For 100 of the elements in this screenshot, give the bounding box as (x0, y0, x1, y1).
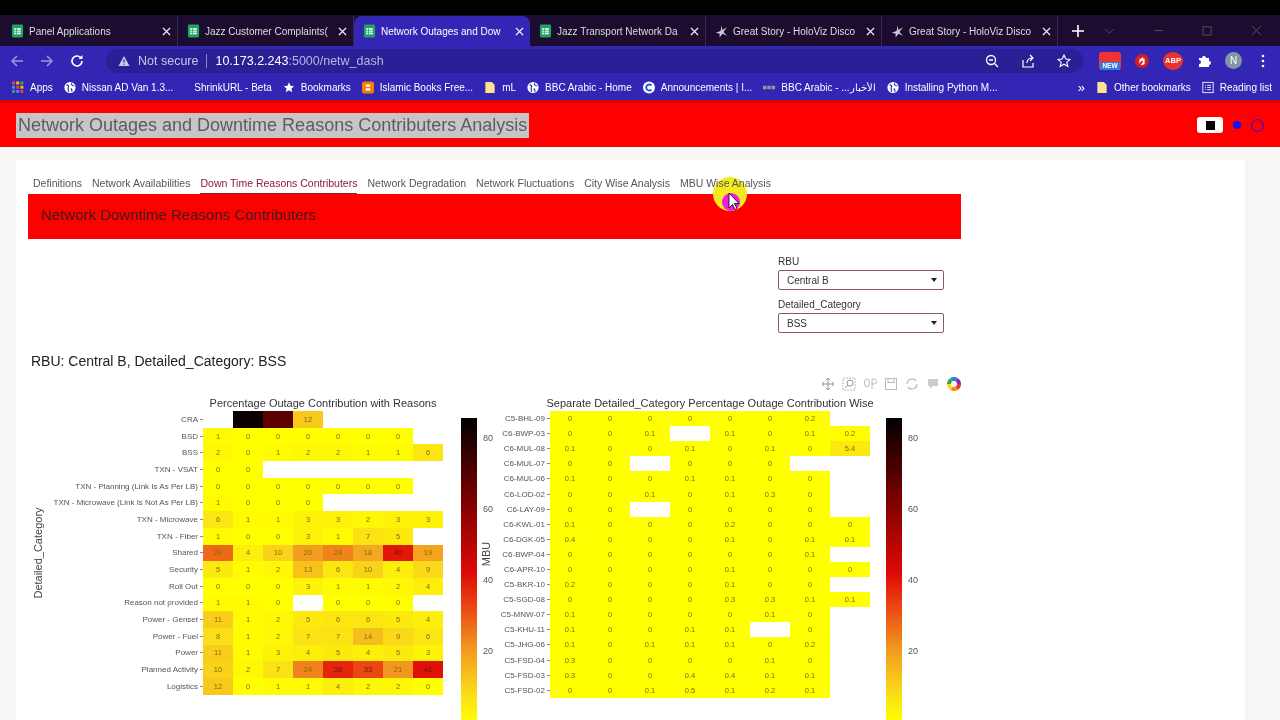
security-label[interactable]: Not secure (138, 53, 199, 68)
star-burst-icon (715, 24, 728, 38)
page-title: Network Outages and Downtime Reasons Contributers Analysis (16, 112, 530, 138)
axis-label: C5-BKR-10 (504, 580, 545, 590)
colorbar-tick-label: 40 (483, 574, 493, 585)
axis-label: C5-BHL-09 (505, 414, 545, 424)
axis-label: Security (169, 565, 198, 575)
bookmark-link[interactable]: Nissan AD Van 1.3... (63, 81, 174, 94)
reading-list-button[interactable]: Reading list (1201, 81, 1272, 94)
axis-label: C6-MUL-07 (503, 459, 545, 469)
dropdown[interactable]: Central B (778, 270, 944, 290)
axis-label: C5-FSD-03 (504, 670, 545, 680)
axis-label: Shared (172, 548, 198, 558)
forward-icon[interactable] (40, 53, 54, 68)
axis-title: Detailed_Category (32, 507, 44, 599)
zoom-icon[interactable] (842, 377, 856, 391)
zoom-out-icon[interactable] (985, 53, 999, 68)
axis-label: C6-APR-10 (504, 565, 545, 574)
axis-label: C6-BWP-03 (502, 429, 545, 439)
section-banner: Network Downtime Reasons Contributers (28, 194, 961, 239)
apps-grid-icon (12, 81, 24, 94)
bookmark-link[interactable]: Apps (12, 81, 53, 94)
new-tab-icon[interactable] (1072, 25, 1084, 37)
star-icon[interactable] (1057, 53, 1071, 68)
axis-label: BSD (181, 431, 198, 441)
bookmark-link[interactable]: ShrinkURL - Beta (194, 82, 272, 93)
axis-label: CRA (181, 414, 198, 424)
globe-icon (527, 81, 540, 94)
more-bookmarks-button[interactable]: » (1077, 80, 1086, 95)
axis-label: BSS (182, 448, 198, 458)
star-icon (282, 81, 295, 94)
back-icon[interactable] (10, 53, 24, 68)
axis-label: C5-FSD-04 (504, 655, 545, 665)
field-label: Detailed_Category (778, 299, 862, 310)
colorbar-tick-label: 80 (483, 432, 493, 443)
axis-label: Planned Activity (141, 665, 198, 675)
sheets-icon (363, 24, 376, 38)
axis-label: C6-BWP-04 (502, 549, 545, 559)
c-logo-icon (642, 81, 655, 94)
axis-label: Power - Fuel (152, 631, 198, 641)
chart-title: Percentage Outage Contribution with Reasons (209, 397, 437, 409)
square-icon (1197, 117, 1223, 133)
page-tab[interactable]: Network Degradation (367, 174, 467, 194)
axis-label: TXN - Microwave (Link Is Not As Per LB) (53, 498, 198, 508)
page-tab[interactable]: Definitions (33, 174, 83, 194)
axis-label: Power - Genset (142, 615, 198, 625)
reload-icon[interactable] (70, 53, 84, 68)
page-tab[interactable]: Network Availabilities (92, 174, 191, 194)
axis-label: TXN - Microwave (136, 514, 198, 524)
colorbar-tick-label: 60 (483, 503, 493, 514)
colorbar-tick-label: 80 (908, 432, 918, 443)
blogger-icon (361, 81, 374, 94)
puzzle-icon[interactable] (1197, 53, 1211, 68)
pan-icon[interactable] (821, 377, 835, 391)
warning-icon[interactable] (118, 54, 130, 67)
axis-label: C5-KHU-11 (504, 625, 545, 635)
page-tab[interactable]: Network Fluctuations (476, 174, 575, 194)
star-burst-icon (891, 24, 904, 38)
axis-label: TXN - VSAT (154, 464, 198, 474)
axis-label: Power (175, 648, 198, 658)
colorbar-tick-label: 60 (908, 503, 918, 514)
globe-icon (886, 81, 899, 94)
bookmark-link[interactable]: Other bookmarks (1096, 81, 1191, 94)
bookmark-link[interactable]: Bookmarks (282, 81, 351, 94)
stop-hand-icon[interactable] (1135, 53, 1149, 68)
list-icon (1201, 81, 1214, 94)
bookmark-link[interactable]: mL (484, 81, 517, 94)
url-text[interactable]: 10.173.2.243:5000/netw_dash (215, 53, 384, 68)
dropdown[interactable]: BSS (778, 313, 944, 333)
sheets-icon (187, 24, 200, 38)
axis-label: C5-SGD-08 (503, 595, 545, 605)
colorbar-tick-label: 40 (908, 574, 918, 585)
caret-icon (931, 278, 937, 282)
folder-icon (1096, 81, 1109, 94)
axis-label: C6-LAY-09 (506, 504, 545, 514)
axis-label: C6-MUL-08 (503, 444, 545, 454)
axis-label: C5-FSD-02 (504, 685, 545, 695)
axis-label: C6-MUL-06 (503, 474, 545, 484)
share-icon[interactable] (1021, 53, 1035, 68)
bookmark-link[interactable]: Announcements | I... (642, 81, 753, 94)
bookmark-link[interactable]: Islamic Books Free... (361, 81, 474, 94)
status-dot-icon (1233, 121, 1241, 129)
axis-title: MBU (480, 542, 492, 567)
caret-icon (931, 321, 937, 325)
bookmark-link[interactable]: Installing Python M... (886, 81, 998, 94)
bookmark-link[interactable]: BBC Arabic - Home (527, 81, 632, 94)
axis-label: Reason not provided (124, 598, 198, 608)
bookmark-link[interactable]: BBC Arabic - ...الأخبار (763, 81, 876, 94)
sheets-icon (539, 24, 552, 38)
browser-tab[interactable]: Network Outages and Dow (354, 16, 530, 46)
axis-label: C6-KWL-01 (503, 519, 545, 529)
axis-label: Roll Out (169, 581, 198, 591)
axis-label: C5-JHG-06 (504, 640, 545, 650)
folder-icon (484, 81, 497, 94)
colorbar-tick-label: 20 (483, 645, 493, 656)
axis-label: C6-DGK-05 (503, 534, 545, 544)
axis-label: C5-MNW-07 (500, 610, 545, 620)
color-wheel-icon[interactable] (947, 377, 961, 391)
colorbar-tick-label: 20 (908, 645, 918, 656)
page-tab[interactable]: City Wise Analysis (584, 174, 670, 194)
